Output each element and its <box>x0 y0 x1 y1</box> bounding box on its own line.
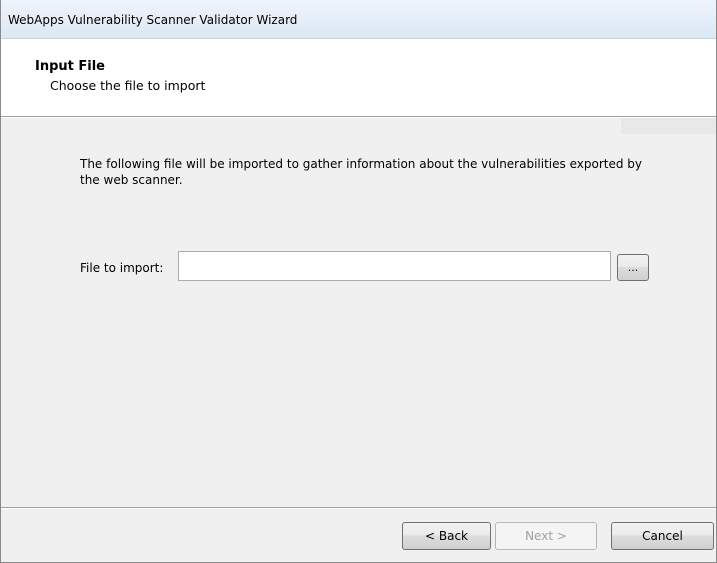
window-title: WebApps Vulnerability Scanner Validator … <box>8 13 298 27</box>
next-button[interactable]: Next > <box>495 522 597 550</box>
footer-divider <box>1 507 716 509</box>
file-to-import-input[interactable] <box>178 251 611 281</box>
wizard-window: WebApps Vulnerability Scanner Validator … <box>0 0 717 563</box>
wizard-header: Input File Choose the file to import <box>1 39 716 116</box>
wizard-content: The following file will be imported to g… <box>1 118 716 478</box>
title-bar[interactable]: WebApps Vulnerability Scanner Validator … <box>1 0 716 39</box>
page-title: Input File <box>35 59 106 74</box>
page-subtitle: Choose the file to import <box>50 78 206 93</box>
browse-button[interactable]: ... <box>617 254 649 281</box>
description-text: The following file will be imported to g… <box>80 157 642 187</box>
cancel-button[interactable]: Cancel <box>611 522 714 550</box>
content-shade <box>621 118 716 134</box>
back-button[interactable]: < Back <box>402 522 491 550</box>
file-to-import-label: File to import: <box>80 261 164 275</box>
